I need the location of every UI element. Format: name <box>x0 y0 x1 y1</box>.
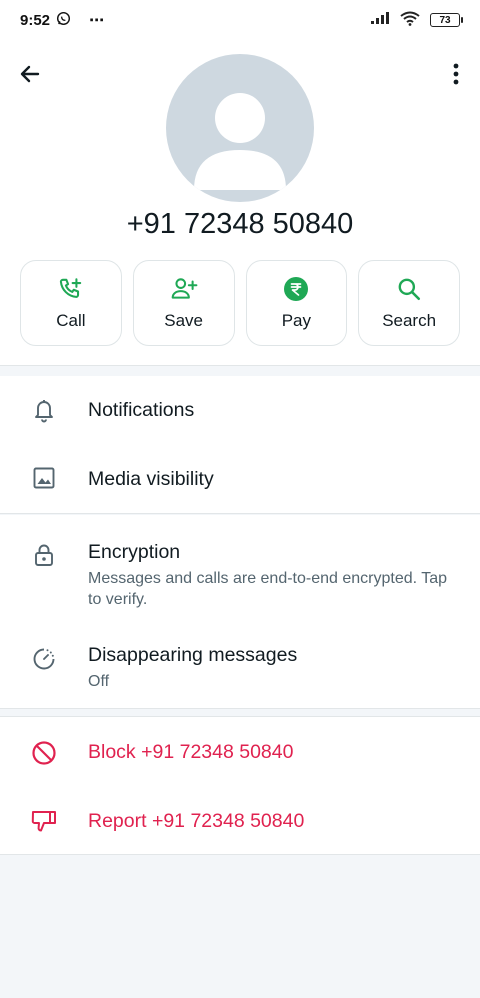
disappearing-messages-label: Disappearing messages <box>88 644 298 666</box>
more-vertical-icon <box>453 63 459 85</box>
notifications-row[interactable]: Notifications <box>0 376 480 445</box>
bell-icon <box>30 396 58 424</box>
notifications-section: Notifications Media visibility <box>0 376 480 514</box>
contact-phone-number: +91 72348 50840 <box>126 208 354 240</box>
battery-icon: 73 <box>430 13 463 27</box>
wifi-icon <box>400 11 420 30</box>
phone-plus-icon <box>57 275 85 303</box>
battery-level: 73 <box>439 14 451 26</box>
danger-section: Block +91 72348 50840 Report +91 72348 5… <box>0 716 480 855</box>
block-icon <box>30 739 58 767</box>
arrow-left-icon <box>20 65 40 83</box>
notifications-label: Notifications <box>88 399 195 421</box>
avatar[interactable] <box>166 54 314 202</box>
disappearing-messages-value: Off <box>88 673 110 690</box>
pay-button[interactable]: Pay <box>245 260 348 346</box>
whatsapp-status-icon <box>56 11 71 30</box>
media-visibility-label: Media visibility <box>88 468 214 490</box>
more-notifications-icon: ⋯ <box>89 12 107 29</box>
thumbs-down-icon <box>30 807 58 835</box>
search-label: Search <box>382 311 437 330</box>
call-label: Call <box>56 311 86 330</box>
block-contact-row[interactable]: Block +91 72348 50840 <box>0 717 480 786</box>
block-contact-label: Block +91 72348 50840 <box>88 741 294 763</box>
privacy-section: Encryption Messages and calls are end-to… <box>0 515 480 709</box>
encryption-row[interactable]: Encryption Messages and calls are end-to… <box>0 515 480 619</box>
search-icon <box>395 275 423 303</box>
save-button[interactable]: Save <box>132 260 235 346</box>
lock-icon <box>30 541 58 569</box>
timer-icon <box>30 645 58 673</box>
rupee-icon <box>282 275 310 303</box>
header-divider <box>0 365 480 366</box>
add-person-icon <box>170 275 198 303</box>
quick-actions: Call Save Pay Search <box>20 260 460 346</box>
report-contact-row[interactable]: Report +91 72348 50840 <box>0 786 480 855</box>
back-button[interactable] <box>14 58 46 90</box>
pay-label: Pay <box>281 311 312 330</box>
encryption-label: Encryption <box>88 541 181 563</box>
contact-header: +91 72348 50840 Call Save Pay Search <box>0 40 480 365</box>
disappearing-messages-row[interactable]: Disappearing messages Off <box>0 619 480 709</box>
call-button[interactable]: Call <box>20 260 122 346</box>
status-time: 9:52 <box>20 11 51 29</box>
default-avatar-icon <box>194 93 286 190</box>
encryption-description: Messages and calls are end-to-end encryp… <box>88 570 448 608</box>
report-contact-label: Report +91 72348 50840 <box>88 810 305 832</box>
signal-icon <box>370 11 390 29</box>
search-button[interactable]: Search <box>358 260 460 346</box>
image-icon <box>30 464 58 492</box>
more-options-button[interactable] <box>444 58 468 90</box>
media-visibility-row[interactable]: Media visibility <box>0 445 480 514</box>
status-bar: 9:52 ⋯ 73 <box>0 0 480 40</box>
save-label: Save <box>164 311 203 330</box>
